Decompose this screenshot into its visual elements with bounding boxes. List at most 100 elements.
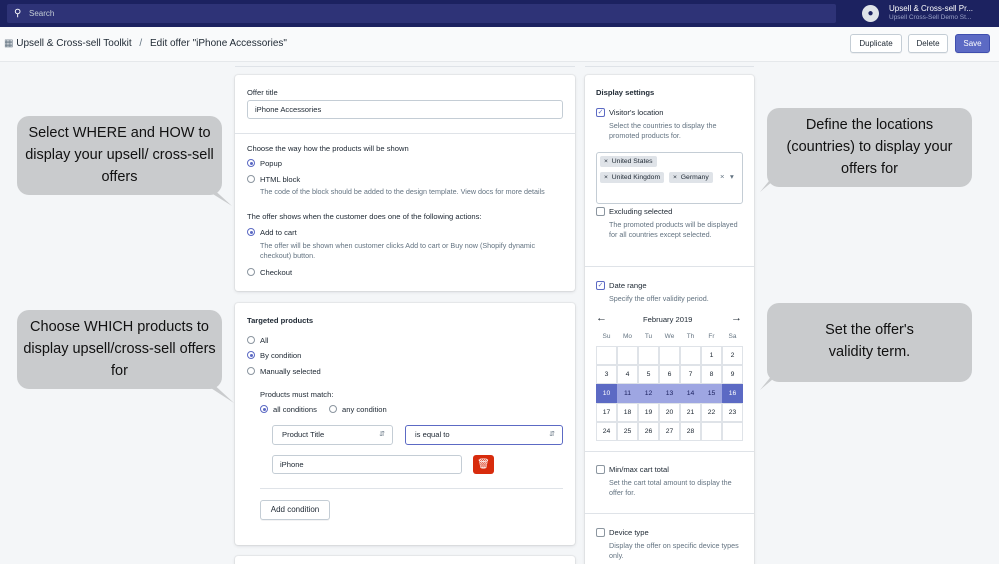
calendar-day[interactable]: 11 — [617, 384, 638, 403]
visitor-location-checkbox[interactable]: ✓ — [596, 108, 605, 117]
calendar-day[interactable]: 16 — [722, 384, 743, 403]
tag-remove-icon[interactable]: × — [604, 158, 608, 165]
add-to-cart-help: The offer will be shown when customer cl… — [260, 241, 536, 260]
weekday-label: Th — [686, 333, 695, 340]
store-subtitle: Upsell Cross-Sell Demo St... — [889, 14, 972, 21]
condition-field-select[interactable]: Product Title ⇵ — [272, 425, 393, 445]
condition-value-input[interactable]: iPhone — [272, 455, 462, 474]
clear-icon[interactable]: × — [720, 172, 724, 181]
excluding-help: The promoted products will be displayed … — [609, 220, 738, 239]
trigger-label: The offer shows when the customer does o… — [247, 212, 482, 221]
calendar-day[interactable]: 23 — [722, 403, 743, 422]
page-title: Edit offer "iPhone Accessories" — [149, 38, 287, 49]
offer-title-input[interactable]: iPhone Accessories — [247, 100, 563, 119]
date-range-checkbox[interactable]: ✓ — [596, 281, 605, 290]
cart-total-help: Set the cart total amount to display the… — [609, 478, 732, 497]
next-month-icon[interactable]: → — [731, 312, 742, 324]
divider — [235, 133, 575, 134]
condition-operator-value: is equal to — [415, 430, 450, 439]
calendar-day[interactable]: 12 — [638, 384, 659, 403]
calendar-day[interactable]: 20 — [659, 403, 680, 422]
all-products-label: All — [260, 336, 269, 345]
select-caret-icon: ⇵ — [549, 431, 555, 438]
calendar-day[interactable]: 3 — [596, 365, 617, 384]
calendar-day[interactable]: 5 — [638, 365, 659, 384]
device-type-checkbox[interactable] — [596, 528, 605, 537]
calendar-day[interactable]: 28 — [680, 422, 701, 441]
callout-validity-tail — [760, 368, 786, 390]
delete-button[interactable]: Delete — [908, 34, 948, 53]
manually-selected-radio[interactable] — [247, 367, 255, 375]
all-conditions-radio[interactable] — [260, 405, 268, 413]
calendar-empty-cell — [638, 346, 659, 365]
country-tag-label: United States — [611, 158, 653, 165]
calendar-day[interactable]: 6 — [659, 365, 680, 384]
calendar-day[interactable]: 27 — [659, 422, 680, 441]
country-tag: × Germany — [669, 172, 713, 183]
calendar-day[interactable]: 10 — [596, 384, 617, 403]
next-card-edge — [235, 556, 575, 564]
search-placeholder: Search — [29, 9, 55, 18]
store-name: Upsell & Cross-sell Pr... — [889, 4, 974, 13]
add-to-cart-radio[interactable] — [247, 228, 255, 236]
calendar-day[interactable]: 21 — [680, 403, 701, 422]
must-match-label: Products must match: — [260, 390, 334, 399]
any-condition-radio[interactable] — [329, 405, 337, 413]
select-caret-icon: ⇵ — [379, 431, 385, 438]
calendar-day[interactable]: 25 — [617, 422, 638, 441]
all-products-radio[interactable] — [247, 336, 255, 344]
add-condition-button[interactable]: Add condition — [260, 500, 330, 520]
callout-locations: Define the locations (countries) to disp… — [767, 108, 972, 187]
weekday-label: Sa — [728, 333, 737, 340]
dropdown-icon[interactable]: ▾ — [730, 172, 734, 181]
calendar-empty-cell — [659, 346, 680, 365]
calendar-empty-cell — [596, 346, 617, 365]
excluding-checkbox[interactable] — [596, 207, 605, 216]
calendar-day[interactable]: 4 — [617, 365, 638, 384]
calendar-day[interactable]: 24 — [596, 422, 617, 441]
breadcrumb-app-link[interactable]: Upsell & Cross-sell Toolkit — [16, 38, 131, 49]
search-icon: ⚲ — [14, 8, 22, 19]
duplicate-button[interactable]: Duplicate — [850, 34, 902, 53]
display-settings-card: Display settings ✓ Visitor's location Se… — [585, 75, 754, 564]
calendar-day[interactable]: 2 — [722, 346, 743, 365]
calendar-day[interactable]: 26 — [638, 422, 659, 441]
country-tag-label: United Kingdom — [611, 174, 661, 181]
calendar-day[interactable]: 22 — [701, 403, 722, 422]
calendar-day[interactable]: 1 — [701, 346, 722, 365]
save-button[interactable]: Save — [955, 34, 990, 53]
calendar-day[interactable]: 7 — [680, 365, 701, 384]
by-condition-radio[interactable] — [247, 351, 255, 359]
calendar-day[interactable]: 8 — [701, 365, 722, 384]
calendar-day[interactable]: 18 — [617, 403, 638, 422]
divider — [585, 451, 754, 452]
calendar-day[interactable]: 9 — [722, 365, 743, 384]
condition-operator-select[interactable]: is equal to ⇵ — [405, 425, 563, 445]
html-block-radio[interactable] — [247, 175, 255, 183]
callout-which-products: Choose WHICH products to display upsell/… — [17, 310, 222, 389]
calendar-empty-cell — [617, 346, 638, 365]
calendar-day[interactable]: 14 — [680, 384, 701, 403]
callout-where-how-tail — [200, 186, 232, 206]
calendar-day[interactable]: 17 — [596, 403, 617, 422]
checkout-label: Checkout — [260, 268, 293, 277]
country-tag: × United Kingdom — [600, 172, 665, 183]
offer-card: Offer title iPhone Accessories Choose th… — [235, 75, 575, 291]
calendar-day[interactable]: 13 — [659, 384, 680, 403]
tag-remove-icon[interactable]: × — [673, 174, 677, 181]
calendar-day[interactable]: 19 — [638, 403, 659, 422]
calendar-empty-cell — [680, 346, 701, 365]
weekday-label: We — [664, 333, 675, 340]
delete-condition-button[interactable]: 🗑 — [473, 455, 494, 474]
popup-radio[interactable] — [247, 159, 255, 167]
condition-field-value: Product Title — [282, 430, 325, 439]
checkout-radio[interactable] — [247, 268, 255, 276]
callout-validity: Set the offer's validity term. — [767, 303, 972, 382]
prev-month-icon[interactable]: ← — [596, 312, 607, 324]
callout-locations-tail — [760, 170, 786, 192]
search-input[interactable]: ⚲ Search — [7, 4, 836, 23]
cart-total-checkbox[interactable] — [596, 465, 605, 474]
calendar-day[interactable]: 15 — [701, 384, 722, 403]
tag-remove-icon[interactable]: × — [604, 174, 608, 181]
store-menu[interactable]: ● Upsell & Cross-sell Pr... Upsell Cross… — [862, 4, 999, 23]
